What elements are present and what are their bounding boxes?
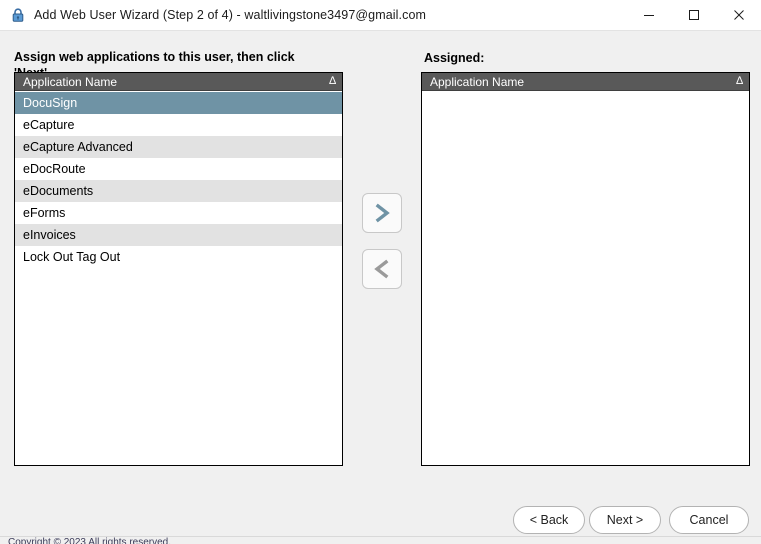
column-header-application-name: Application Name <box>23 74 118 89</box>
close-icon <box>733 10 744 20</box>
sort-ascending-icon: ∆ <box>329 75 336 87</box>
list-item[interactable]: Lock Out Tag Out <box>15 246 342 268</box>
list-item[interactable]: eInvoices <box>15 224 342 246</box>
minimize-icon <box>643 15 654 16</box>
minimize-button[interactable] <box>626 0 671 31</box>
chevron-right-icon <box>375 203 390 223</box>
maximize-button[interactable] <box>671 0 716 31</box>
window-controls <box>626 0 761 31</box>
list-item[interactable]: DocuSign <box>15 92 342 114</box>
title-bar: Add Web User Wizard (Step 2 of 4) - walt… <box>0 0 761 31</box>
cancel-button[interactable]: Cancel <box>669 506 749 534</box>
available-list-body[interactable]: DocuSign eCapture eCapture Advanced eDocRou… <box>15 92 342 465</box>
chevron-left-icon <box>374 259 389 279</box>
lock-icon <box>10 7 26 23</box>
wizard-button-bar: < Back Next > Cancel <box>0 506 761 536</box>
assigned-label: Assigned: <box>424 51 485 65</box>
list-item[interactable]: eCapture Advanced <box>15 136 342 158</box>
assign-arrow-button[interactable] <box>362 193 402 233</box>
next-button[interactable]: Next > <box>589 506 661 534</box>
assigned-list-body[interactable] <box>422 92 749 465</box>
list-item[interactable]: eDocRoute <box>15 158 342 180</box>
assigned-applications-list[interactable]: Application Name ∆ <box>421 72 750 466</box>
maximize-icon <box>688 10 699 20</box>
available-list-header[interactable]: Application Name ∆ <box>15 73 342 91</box>
assigned-list-header[interactable]: Application Name ∆ <box>422 73 749 91</box>
sort-ascending-icon: ∆ <box>736 75 743 87</box>
back-button[interactable]: < Back <box>513 506 585 534</box>
list-item[interactable]: eCapture <box>15 114 342 136</box>
available-applications-list[interactable]: Application Name ∆ DocuSign eCapture eCapt… <box>14 72 343 466</box>
list-item[interactable]: eForms <box>15 202 342 224</box>
unassign-arrow-button[interactable] <box>362 249 402 289</box>
column-header-application-name: Application Name <box>430 74 525 89</box>
close-button[interactable] <box>716 0 761 31</box>
window-title: Add Web User Wizard (Step 2 of 4) - walt… <box>34 8 427 22</box>
list-item[interactable]: eDocuments <box>15 180 342 202</box>
